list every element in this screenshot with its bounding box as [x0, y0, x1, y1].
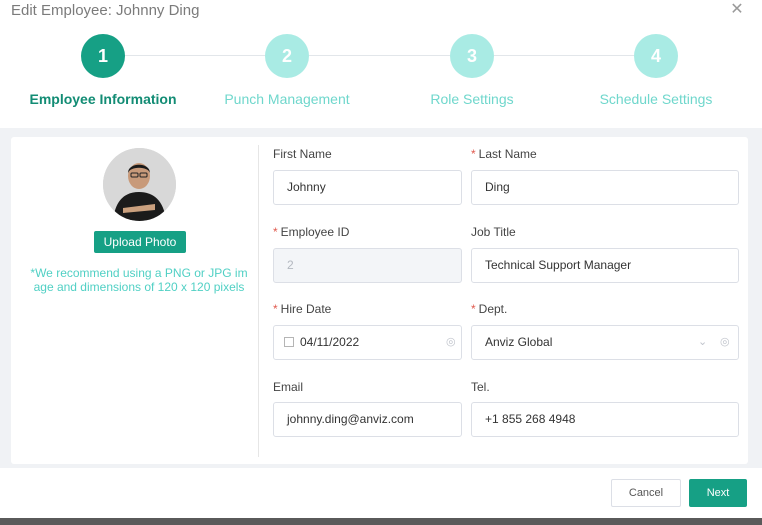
first-name-label: First Name: [273, 147, 332, 161]
calendar-icon: [284, 336, 294, 347]
clear-circle-icon[interactable]: ◎: [446, 326, 456, 359]
last-name-input[interactable]: Ding: [471, 170, 739, 205]
step-4-label[interactable]: Schedule Settings: [600, 91, 713, 107]
tel-label: Tel.: [471, 380, 490, 394]
required-mark: *: [273, 225, 278, 239]
step-connector: [309, 55, 450, 56]
step-1-label[interactable]: Employee Information: [29, 91, 176, 107]
dialog-header: Edit Employee: Johnny Ding ✕ 1 2 3 4 Emp…: [0, 0, 762, 128]
first-name-label-text: First Name: [273, 147, 332, 161]
email-label-text: Email: [273, 380, 304, 394]
clear-circle-icon[interactable]: ◎: [720, 326, 730, 359]
last-name-label: * Last Name: [471, 147, 537, 161]
employee-id-input: 2: [273, 248, 462, 283]
chevron-down-icon[interactable]: ⌄: [698, 326, 707, 359]
upload-photo-button[interactable]: Upload Photo: [94, 231, 186, 253]
edit-employee-dialog: Edit Employee: Johnny Ding ✕ 1 2 3 4 Emp…: [0, 0, 762, 525]
person-photo-icon: [103, 148, 176, 221]
job-title-input[interactable]: Technical Support Manager: [471, 248, 739, 283]
required-mark: *: [273, 302, 278, 316]
vertical-divider: [258, 145, 259, 457]
photo-hint: *We recommend using a PNG or JPG image a…: [30, 266, 248, 294]
employee-id-label: * Employee ID: [273, 225, 349, 239]
dept-select[interactable]: Anviz Global ⌄ ◎: [471, 325, 739, 360]
step-2-circle[interactable]: 2: [265, 34, 309, 78]
job-title-label: Job Title: [471, 225, 516, 239]
step-3-label[interactable]: Role Settings: [430, 91, 513, 107]
close-icon[interactable]: ✕: [729, 2, 745, 18]
hire-date-label: * Hire Date: [273, 302, 331, 316]
cancel-button[interactable]: Cancel: [611, 479, 681, 507]
hire-date-value: 04/11/2022: [300, 335, 360, 349]
dialog-title: Edit Employee: Johnny Ding: [11, 2, 200, 19]
hire-date-label-text: Hire Date: [280, 302, 332, 316]
step-connector: [494, 55, 634, 56]
tel-field[interactable]: +1 855 268 4948: [471, 402, 739, 437]
tel-label-text: Tel.: [471, 380, 490, 394]
avatar: [103, 148, 176, 221]
required-mark: *: [471, 302, 476, 316]
dept-label: * Dept.: [471, 302, 507, 316]
first-name-input[interactable]: Johnny: [273, 170, 462, 205]
step-2-label[interactable]: Punch Management: [224, 91, 349, 107]
step-connector: [125, 55, 265, 56]
dept-value: Anviz Global: [485, 335, 553, 349]
employee-id-label-text: Employee ID: [280, 225, 350, 239]
overlay-edge: [0, 518, 762, 525]
step-1-circle[interactable]: 1: [81, 34, 125, 78]
next-button[interactable]: Next: [689, 479, 747, 507]
step-3-circle[interactable]: 3: [450, 34, 494, 78]
email-field[interactable]: johnny.ding@anviz.com: [273, 402, 462, 437]
email-label: Email: [273, 380, 303, 394]
step-4-circle[interactable]: 4: [634, 34, 678, 78]
required-mark: *: [471, 147, 476, 161]
job-title-label-text: Job Title: [471, 225, 516, 239]
dept-label-text: Dept.: [478, 302, 508, 316]
last-name-label-text: Last Name: [478, 147, 537, 161]
hire-date-picker[interactable]: 04/11/2022 ◎: [273, 325, 462, 360]
